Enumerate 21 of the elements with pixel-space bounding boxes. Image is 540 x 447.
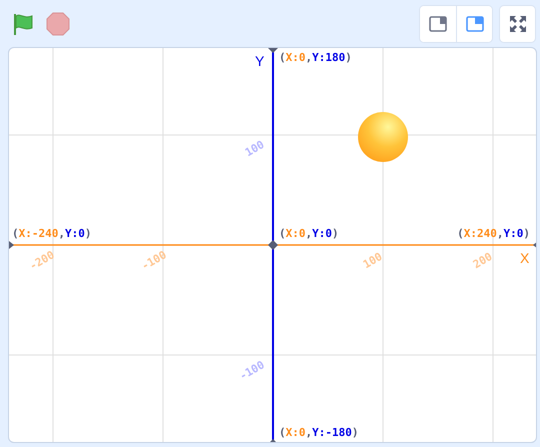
y-tick-label: -100 (237, 359, 266, 383)
origin-marker (268, 240, 278, 250)
coordinate-label: (X:0,Y:0) (279, 228, 339, 240)
y-axis-label: Y (255, 54, 264, 69)
x-tick-label: 200 (471, 250, 495, 272)
large-stage-icon (466, 16, 484, 32)
fullscreen-button[interactable] (499, 4, 536, 42)
coordinate-label: (X:0,Y:-180) (279, 427, 358, 439)
small-stage-icon (429, 16, 447, 32)
x-tick-label: 100 (361, 250, 385, 272)
x-tick-label: -100 (140, 249, 169, 273)
large-stage-button[interactable] (456, 6, 492, 42)
coordinate-label: (X:0,Y:180) (279, 52, 352, 64)
x-tick-label: -200 (28, 249, 57, 273)
x-axis-label: X (520, 251, 530, 266)
fullscreen-icon (508, 14, 526, 32)
coordinate-label: (X:-240,Y:0) (12, 228, 92, 240)
y-tick-label: 100 (243, 138, 267, 160)
ball-sprite[interactable] (358, 112, 408, 162)
coordinate-label: (X:240,Y:0) (457, 228, 530, 240)
stop-icon[interactable] (46, 12, 70, 36)
